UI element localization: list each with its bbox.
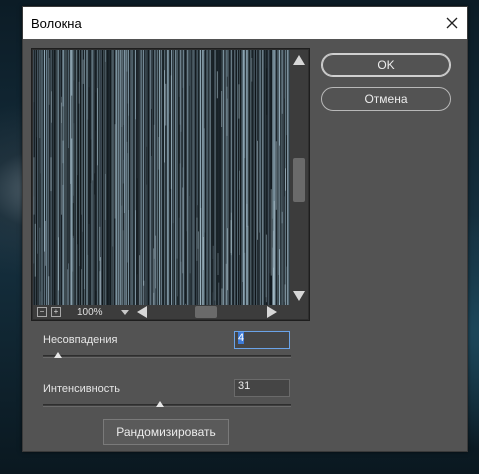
strength-input[interactable]: 31 [234,379,290,397]
strength-label: Интенсивность [43,383,121,395]
variance-label: Несовпадения [43,334,118,346]
randomize-button[interactable]: Рандомизировать [103,419,229,445]
close-icon [446,17,458,29]
variance-slider-thumb[interactable] [53,352,62,358]
zoom-out-button[interactable]: − [37,307,47,317]
scroll-up-icon[interactable] [293,55,305,65]
cancel-button[interactable]: Отмена [321,87,451,111]
preview-panel: − + 100% [31,48,310,321]
scroll-right-icon[interactable] [267,306,277,318]
strength-slider-thumb[interactable] [155,401,164,407]
strength-slider[interactable] [43,401,291,407]
strength-value: 31 [238,380,251,392]
horizontal-scroll-thumb[interactable] [195,306,217,318]
fibers-dialog: Волокна − + 100% OK Отмена Несовпадения … [22,6,468,452]
vertical-scrollbar[interactable] [290,50,308,306]
minus-icon: − [39,307,45,316]
scroll-left-icon[interactable] [137,306,147,318]
zoom-in-button[interactable]: + [51,307,61,317]
ok-button[interactable]: OK [321,53,451,77]
dialog-title: Волокна [31,16,82,31]
preview-image[interactable] [33,50,290,306]
vertical-scroll-thumb[interactable] [293,158,305,202]
variance-value: 4 [238,332,245,344]
variance-slider[interactable] [43,352,291,358]
chevron-down-icon[interactable] [121,309,129,315]
horizontal-scrollbar[interactable] [137,306,277,318]
preview-toolbar: − + 100% [33,305,308,319]
scroll-down-icon[interactable] [293,291,305,301]
variance-input[interactable]: 4 [234,331,290,349]
close-button[interactable] [437,7,467,39]
zoom-level: 100% [77,306,103,318]
plus-icon: + [53,307,59,316]
title-bar: Волокна [23,7,467,39]
